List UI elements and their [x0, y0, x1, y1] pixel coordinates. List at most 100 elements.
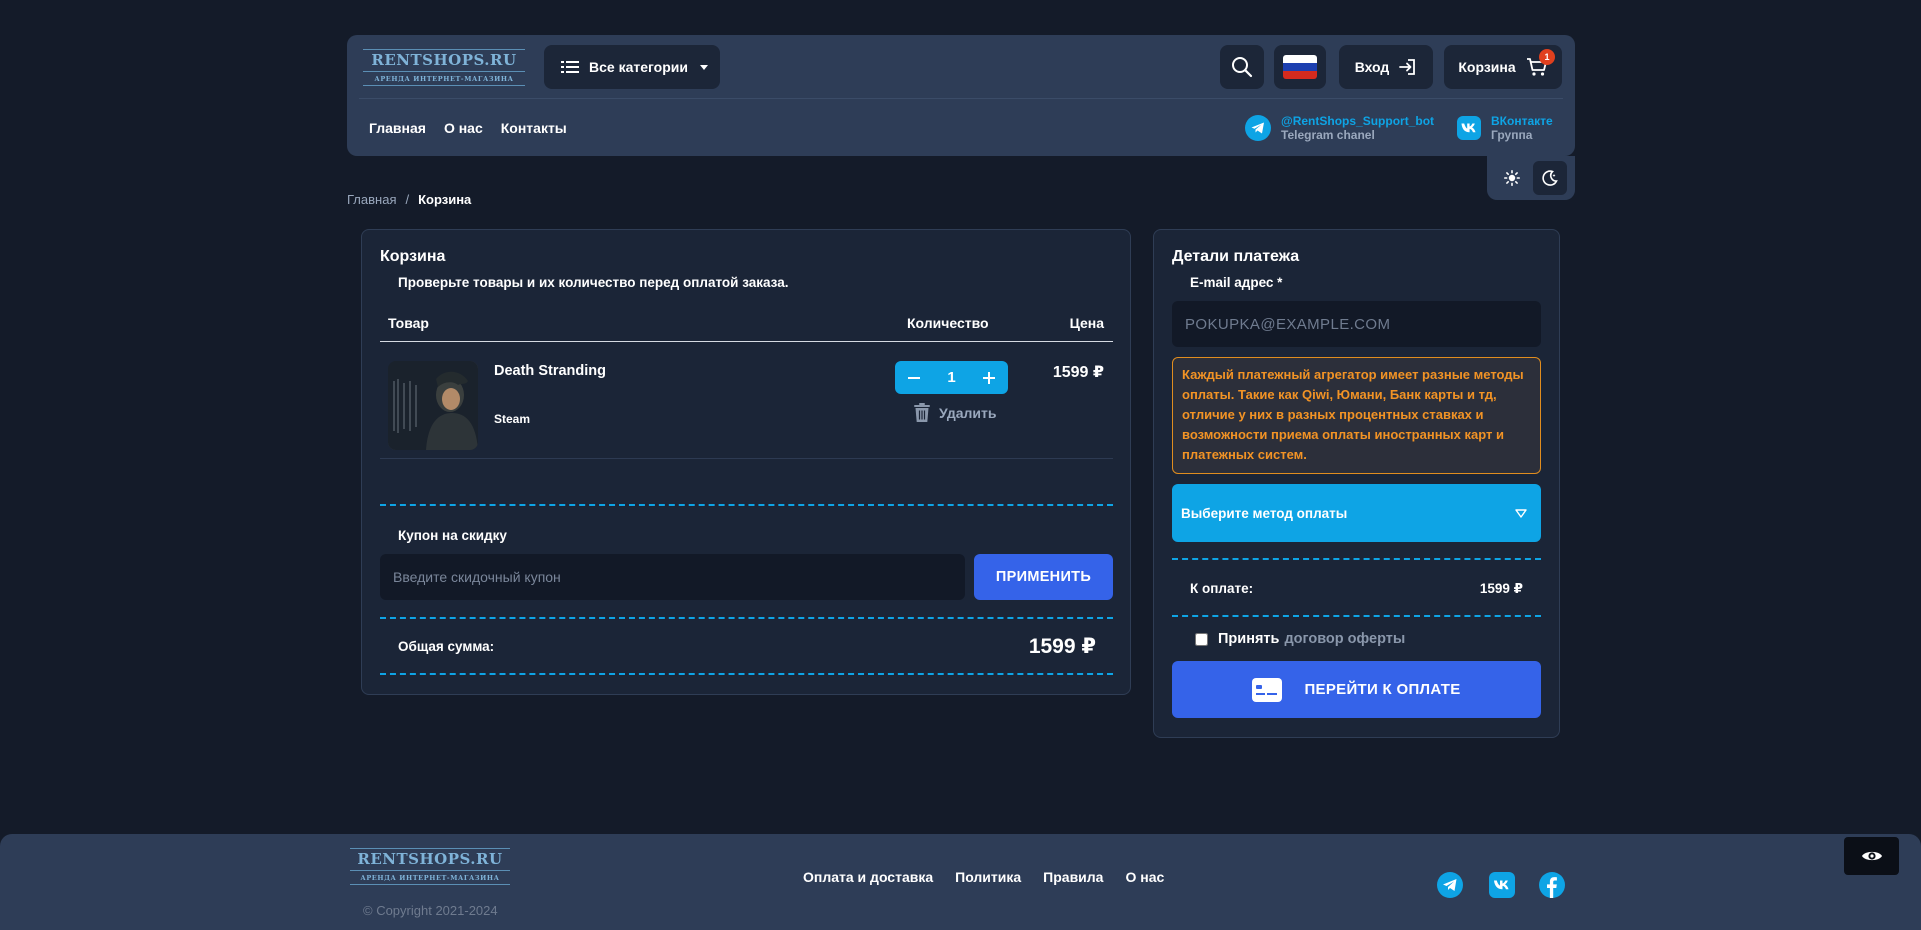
dashed-divider [380, 504, 1113, 506]
go-to-payment-label: ПЕРЕЙТИ К ОПЛАТЕ [1304, 681, 1461, 698]
payment-panel: Детали платежа E-mail адрес * Каждый пла… [1153, 229, 1560, 738]
offer-link[interactable]: договор оферты [1284, 631, 1405, 647]
credit-card-icon [1252, 677, 1283, 702]
go-to-payment-button[interactable]: ПЕРЕЙТИ К ОПЛАТЕ [1172, 661, 1541, 718]
dashed-divider [380, 617, 1113, 619]
footer-link-rules[interactable]: Правила [1043, 869, 1103, 885]
nav-item-home[interactable]: Главная [369, 120, 426, 136]
logo-line-mid [363, 71, 525, 72]
cart-label: Корзина [1458, 59, 1516, 75]
payment-method-select[interactable]: Выберите метод оплаты [1172, 484, 1541, 542]
delete-label: Удалить [939, 404, 997, 421]
nav-item-about[interactable]: О нас [444, 120, 483, 136]
categories-button[interactable]: Все категории [544, 45, 720, 89]
to-pay-value: 1599 ₽ [1479, 581, 1523, 596]
table-header-divider [380, 341, 1113, 342]
telegram-icon [1245, 115, 1271, 141]
coupon-input[interactable] [380, 554, 965, 600]
breadcrumb-current: Корзина [418, 192, 472, 207]
moon-icon [1542, 170, 1558, 186]
site-logo[interactable]: RENTSHOPS.RU АРЕНДА ИНТЕРНЕТ-МАГАЗИНА [363, 49, 525, 89]
search-icon [1232, 57, 1253, 78]
email-field[interactable] [1172, 301, 1541, 347]
apply-coupon-button[interactable]: ПРИМЕНИТЬ [974, 554, 1113, 600]
dashed-divider [1172, 615, 1541, 617]
language-button[interactable] [1274, 45, 1326, 89]
breadcrumb-home[interactable]: Главная [347, 192, 396, 207]
breadcrumb-separator: / [405, 192, 410, 207]
login-button[interactable]: Вход [1339, 45, 1433, 89]
logo-line-bottom [350, 884, 510, 885]
eye-icon [1861, 851, 1882, 861]
footer-logo-main-text: RENTSHOPS.RU [357, 850, 503, 868]
cart-subtitle: Проверьте товары и их количество перед о… [398, 275, 789, 290]
row-divider [380, 458, 1113, 459]
categories-label: Все категории [589, 59, 688, 75]
increase-quantity-button[interactable] [979, 368, 999, 388]
search-button[interactable] [1220, 45, 1264, 89]
quantity-stepper: 1 [895, 361, 1008, 394]
telegram-sub: Telegram chanel [1281, 128, 1375, 142]
total-value: 1599 ₽ [1028, 635, 1096, 658]
logo-main-text: RENTSHOPS.RU [371, 51, 517, 69]
footer-link-policy[interactable]: Политика [955, 869, 1021, 885]
column-header-price: Цена [1069, 315, 1104, 331]
telegram-link[interactable]: @RentShops_Support_bot Telegram chanel [1245, 114, 1434, 142]
login-label: Вход [1354, 59, 1390, 75]
delete-item-button[interactable]: Удалить [914, 403, 996, 422]
footer-link-about[interactable]: О нас [1125, 869, 1164, 885]
plus-icon [983, 371, 995, 384]
footer-link-payment[interactable]: Оплата и доставка [803, 869, 933, 885]
facebook-icon[interactable] [1539, 872, 1565, 898]
telegram-text: @RentShops_Support_bot Telegram chanel [1281, 114, 1434, 142]
vk-sub: Группа [1491, 128, 1533, 142]
site-footer: RENTSHOPS.RU АРЕНДА ИНТЕРНЕТ-МАГАЗИНА © … [0, 834, 1921, 930]
payment-title: Детали платежа [1172, 248, 1300, 265]
dashed-divider [380, 673, 1113, 675]
product-image[interactable] [388, 361, 478, 450]
login-icon [1399, 59, 1416, 75]
list-icon [561, 60, 579, 74]
accessibility-button[interactable] [1844, 837, 1899, 875]
chevron-down-icon [699, 64, 708, 70]
footer-logo-sub-text: АРЕНДА ИНТЕРНЕТ-МАГАЗИНА [360, 874, 500, 882]
triangle-down-icon [1515, 509, 1527, 518]
dashed-divider [1172, 558, 1541, 560]
coupon-label: Купон на скидку [398, 528, 507, 543]
vk-icon[interactable] [1489, 872, 1515, 898]
telegram-handle: @RentShops_Support_bot [1281, 114, 1435, 128]
cart-count-badge: 1 [1539, 49, 1555, 65]
dark-theme-button[interactable] [1533, 161, 1567, 195]
to-pay-label: К оплате: [1190, 581, 1254, 596]
site-header: RENTSHOPS.RU АРЕНДА ИНТЕРНЕТ-МАГАЗИНА Вс… [347, 35, 1575, 156]
nav-item-contacts[interactable]: Контакты [501, 120, 567, 136]
vk-icon [1457, 116, 1481, 140]
accept-offer-checkbox[interactable] [1195, 632, 1208, 646]
vk-link[interactable]: ВКонтакте Группа [1457, 114, 1553, 142]
logo-line-bottom [363, 85, 525, 86]
cart-button[interactable]: Корзина 1 [1444, 45, 1562, 89]
product-name[interactable]: Death Stranding [494, 363, 606, 379]
header-divider [359, 98, 1563, 99]
copyright: © Copyright 2021-2024 [363, 903, 498, 918]
email-label: E-mail адрес * [1190, 275, 1283, 290]
cart-panel: Корзина Проверьте товары и их количество… [361, 229, 1131, 695]
decrease-quantity-button[interactable] [904, 368, 924, 388]
quantity-value[interactable]: 1 [937, 369, 967, 386]
footer-logo[interactable]: RENTSHOPS.RU АРЕНДА ИНТЕРНЕТ-МАГАЗИНА [350, 848, 510, 886]
accept-offer: Принять договор оферты [1195, 631, 1405, 647]
theme-switcher [1487, 156, 1575, 200]
russia-flag-icon [1283, 55, 1317, 79]
light-theme-button[interactable] [1495, 161, 1529, 195]
sun-icon [1504, 170, 1520, 186]
accept-label: Принять [1218, 631, 1280, 647]
header-top-bar: RENTSHOPS.RU АРЕНДА ИНТЕРНЕТ-МАГАЗИНА Вс… [347, 35, 1575, 98]
cart-title: Корзина [380, 248, 446, 265]
breadcrumb: Главная / Корзина [347, 192, 471, 207]
telegram-icon[interactable] [1437, 872, 1463, 898]
product-platform: Steam [494, 412, 531, 426]
logo-line-top [350, 848, 510, 849]
vk-title: ВКонтакте [1491, 114, 1553, 128]
vk-text: ВКонтакте Группа [1491, 114, 1553, 142]
minus-icon [908, 376, 920, 379]
